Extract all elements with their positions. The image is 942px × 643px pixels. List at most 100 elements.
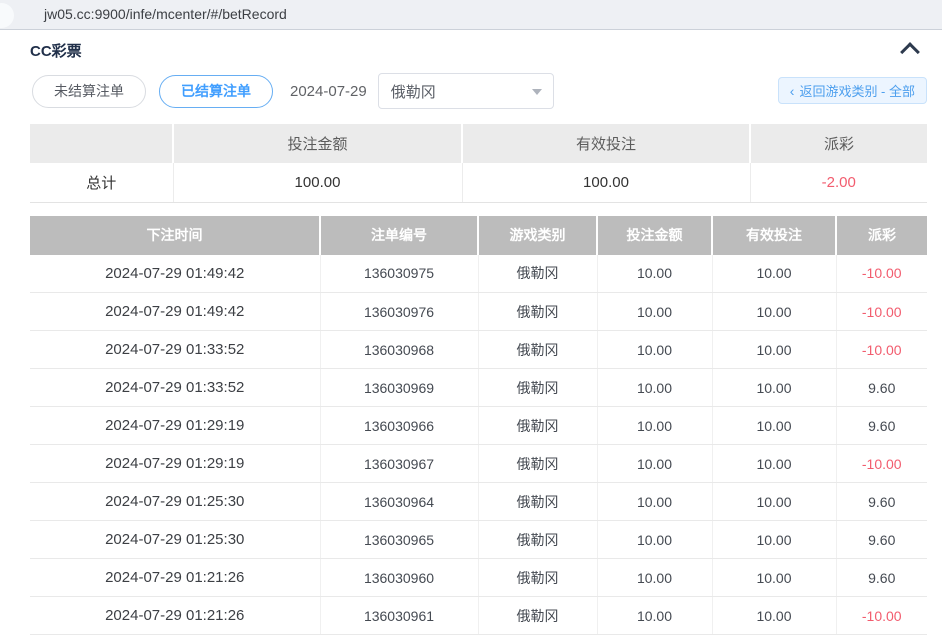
back-button-label: 返回游戏类别 - 全部: [799, 81, 915, 100]
bet-record-row: 2024-07-29 01:29:19136030967俄勒冈10.0010.0…: [30, 445, 927, 483]
summary-bet-amount: 100.00: [173, 163, 462, 202]
caret-down-icon: [532, 89, 542, 95]
chevron-left-icon: ‹: [790, 84, 795, 98]
cell: 10.00: [597, 445, 712, 483]
cell: 10.00: [712, 483, 836, 521]
bet-record-row: 2024-07-29 01:33:52136030968俄勒冈10.0010.0…: [30, 331, 927, 369]
cell: 10.00: [597, 521, 712, 559]
cell: 俄勒冈: [478, 445, 597, 483]
cell: 9.60: [836, 483, 927, 521]
cell: -10.00: [836, 293, 927, 331]
cell: 10.00: [712, 407, 836, 445]
cell: 10.00: [597, 331, 712, 369]
cell: 俄勒冈: [478, 369, 597, 407]
cell: 10.00: [712, 331, 836, 369]
back-to-game-category-button[interactable]: ‹ 返回游戏类别 - 全部: [778, 77, 927, 104]
summary-header-row: 投注金额有效投注派彩: [30, 124, 927, 163]
panel-header: CC彩票: [0, 30, 942, 72]
cell: 2024-07-29 01:33:52: [30, 369, 320, 407]
bet-table-body: 2024-07-29 01:49:42136030975俄勒冈10.0010.0…: [30, 255, 927, 635]
column-header: 派彩: [750, 124, 927, 163]
cell: 136030975: [320, 255, 478, 293]
filter-controls: 未结算注单 已结算注单 2024-07-29 俄勒冈 ‹ 返回游戏类别 - 全部: [0, 72, 942, 110]
date-value[interactable]: 2024-07-29: [290, 83, 367, 100]
tab-unsettled-bets[interactable]: 未结算注单: [32, 75, 146, 108]
cell: 俄勒冈: [478, 597, 597, 635]
page-url: jw05.cc:9900/infe/mcenter/#/betRecord: [44, 6, 287, 22]
cell: 136030969: [320, 369, 478, 407]
cell: -10.00: [836, 255, 927, 293]
cell: 俄勒冈: [478, 293, 597, 331]
cell: 9.60: [836, 521, 927, 559]
column-header: 注单编号: [320, 216, 478, 255]
cell: 2024-07-29 01:21:26: [30, 597, 320, 635]
summary-payout: -2.00: [750, 163, 927, 202]
cell: 136030960: [320, 559, 478, 597]
cell: -10.00: [836, 445, 927, 483]
column-header: 下注时间: [30, 216, 320, 255]
cell: 2024-07-29 01:29:19: [30, 445, 320, 483]
summary-table: 投注金额有效投注派彩 总计 100.00 100.00 -2.00: [30, 124, 927, 203]
cell: 2024-07-29 01:33:52: [30, 331, 320, 369]
summary-total-label: 总计: [30, 163, 173, 202]
summary-valid-bet: 100.00: [462, 163, 750, 202]
cell: 10.00: [712, 369, 836, 407]
cell: 136030976: [320, 293, 478, 331]
cell: 2024-07-29 01:49:42: [30, 255, 320, 293]
cell: 9.60: [836, 369, 927, 407]
cell: 10.00: [712, 255, 836, 293]
cell: 俄勒冈: [478, 407, 597, 445]
browser-address-bar[interactable]: jw05.cc:9900/infe/mcenter/#/betRecord: [0, 0, 942, 30]
cell: 10.00: [597, 369, 712, 407]
cell: 俄勒冈: [478, 559, 597, 597]
bet-record-row: 2024-07-29 01:49:42136030976俄勒冈10.0010.0…: [30, 293, 927, 331]
column-header: [30, 124, 173, 163]
bet-record-row: 2024-07-29 01:25:30136030964俄勒冈10.0010.0…: [30, 483, 927, 521]
bet-record-row: 2024-07-29 01:33:52136030969俄勒冈10.0010.0…: [30, 369, 927, 407]
cell: 136030964: [320, 483, 478, 521]
column-header: 投注金额: [597, 216, 712, 255]
cell: -10.00: [836, 597, 927, 635]
cell: 10.00: [712, 445, 836, 483]
cell: 136030968: [320, 331, 478, 369]
column-header: 有效投注: [462, 124, 750, 163]
cell: 10.00: [597, 293, 712, 331]
cell: 2024-07-29 01:21:26: [30, 559, 320, 597]
bet-records-table: 下注时间注单编号游戏类别投注金额有效投注派彩 2024-07-29 01:49:…: [30, 216, 927, 636]
chevron-up-icon[interactable]: [900, 42, 920, 62]
cell: 2024-07-29 01:29:19: [30, 407, 320, 445]
cell: 俄勒冈: [478, 521, 597, 559]
column-header: 派彩: [836, 216, 927, 255]
cell: 136030961: [320, 597, 478, 635]
cell: 10.00: [597, 559, 712, 597]
cell: 俄勒冈: [478, 483, 597, 521]
cell: 10.00: [712, 559, 836, 597]
game-select-value: 俄勒冈: [391, 81, 436, 102]
cell: 10.00: [597, 255, 712, 293]
bet-record-row: 2024-07-29 01:25:30136030965俄勒冈10.0010.0…: [30, 521, 927, 559]
cell: 136030966: [320, 407, 478, 445]
tab-settled-bets[interactable]: 已结算注单: [159, 75, 273, 108]
cell: 10.00: [597, 407, 712, 445]
game-category-select[interactable]: 俄勒冈: [378, 73, 554, 109]
cell: 俄勒冈: [478, 255, 597, 293]
column-header: 投注金额: [173, 124, 462, 163]
bet-record-row: 2024-07-29 01:21:26136030960俄勒冈10.0010.0…: [30, 559, 927, 597]
bet-record-row: 2024-07-29 01:49:42136030975俄勒冈10.0010.0…: [30, 255, 927, 293]
cell: 9.60: [836, 407, 927, 445]
cell: 10.00: [712, 597, 836, 635]
cell: 136030967: [320, 445, 478, 483]
cell: 2024-07-29 01:49:42: [30, 293, 320, 331]
cell: -10.00: [836, 331, 927, 369]
cell: 136030965: [320, 521, 478, 559]
cell: 2024-07-29 01:25:30: [30, 521, 320, 559]
column-header: 游戏类别: [478, 216, 597, 255]
cell: 10.00: [597, 597, 712, 635]
bet-table-header-row: 下注时间注单编号游戏类别投注金额有效投注派彩: [30, 216, 927, 255]
summary-total-row: 总计 100.00 100.00 -2.00: [30, 163, 927, 202]
cell: 10.00: [712, 293, 836, 331]
bet-record-row: 2024-07-29 01:29:19136030966俄勒冈10.0010.0…: [30, 407, 927, 445]
cell: 2024-07-29 01:25:30: [30, 483, 320, 521]
browser-nav-icon: [0, 3, 14, 28]
cell: 10.00: [712, 521, 836, 559]
